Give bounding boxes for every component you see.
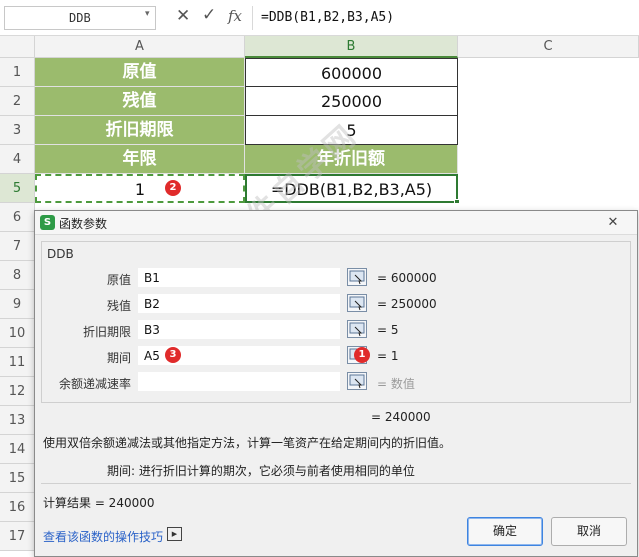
arg-label-factor: 余额递减速率: [58, 377, 131, 391]
range-picker-icon[interactable]: [347, 372, 367, 390]
row-header[interactable]: 17: [0, 522, 35, 551]
dialog-title: 函数参数: [59, 217, 108, 231]
row-header[interactable]: 8: [0, 261, 35, 290]
step-badge: 2: [165, 180, 181, 196]
range-picker-icon[interactable]: [347, 268, 367, 286]
row-header[interactable]: 7: [0, 232, 35, 261]
arg-result-factor: = 数值: [377, 377, 415, 391]
column-header-b[interactable]: B: [245, 36, 458, 58]
cancel-button[interactable]: 取消: [551, 517, 627, 546]
row-header[interactable]: 15: [0, 464, 35, 493]
fx-icon[interactable]: fx: [228, 7, 242, 25]
step-badge: 1: [354, 347, 370, 363]
ok-button[interactable]: 确定: [467, 517, 543, 546]
cell-a3[interactable]: 折旧期限: [35, 116, 245, 145]
arg-result-life: = 5: [377, 323, 399, 337]
cell-a2[interactable]: 残值: [35, 87, 245, 116]
row-header[interactable]: 6: [0, 203, 35, 232]
row-header[interactable]: 12: [0, 377, 35, 406]
row-header[interactable]: 9: [0, 290, 35, 319]
arg-result-salvage: = 250000: [377, 297, 437, 311]
arg-input-factor[interactable]: [137, 371, 341, 392]
arg-input-cost[interactable]: B1: [137, 267, 341, 288]
row-header[interactable]: 1: [0, 58, 35, 87]
video-play-icon[interactable]: ▶: [167, 527, 182, 541]
select-all-corner[interactable]: [0, 36, 35, 58]
function-arguments-dialog: S 函数参数 ✕ DDB 原值 B1 = 600000 残值 B2 = 2500…: [34, 210, 638, 557]
range-picker-icon[interactable]: [347, 294, 367, 312]
row-header[interactable]: 13: [0, 406, 35, 435]
arg-input-salvage[interactable]: B2: [137, 293, 341, 314]
calculation-result: 计算结果 = 240000: [43, 496, 155, 510]
row-header[interactable]: 3: [0, 116, 35, 145]
formula-bar: DDB ▾ ✕ ✓ fx =DDB(B1,B2,B3,A5): [0, 0, 639, 36]
row-header[interactable]: 2: [0, 87, 35, 116]
arg-label-cost: 原值: [106, 273, 131, 287]
arg-label-period: 期间: [106, 351, 131, 365]
row-header[interactable]: 14: [0, 435, 35, 464]
cell-a5[interactable]: 1: [35, 174, 245, 203]
row-header[interactable]: 11: [0, 348, 35, 377]
row-header[interactable]: 16: [0, 493, 35, 522]
row-header[interactable]: 5: [0, 174, 35, 203]
formula-input[interactable]: =DDB(B1,B2,B3,A5): [252, 6, 638, 30]
cell-b2[interactable]: 250000: [245, 87, 458, 116]
column-header-a[interactable]: A: [35, 36, 245, 58]
name-box[interactable]: DDB: [4, 6, 156, 30]
help-link[interactable]: 查看该函数的操作技巧: [43, 528, 163, 545]
arg-result-period: = 1: [377, 349, 399, 363]
arg-input-life[interactable]: B3: [137, 319, 341, 340]
divider: [41, 483, 631, 484]
step-badge: 3: [165, 347, 181, 363]
row-header[interactable]: 10: [0, 319, 35, 348]
check-icon[interactable]: ✓: [202, 5, 216, 25]
cell-a1[interactable]: 原值: [35, 58, 245, 87]
arg-label-salvage: 残值: [106, 299, 131, 313]
range-picker-icon[interactable]: [347, 320, 367, 338]
function-name: DDB: [47, 247, 74, 261]
row-header[interactable]: 4: [0, 145, 35, 174]
close-icon[interactable]: ✕: [603, 214, 623, 232]
function-result: = 240000: [371, 410, 431, 424]
cell-b1[interactable]: 600000: [245, 58, 458, 87]
wps-logo-icon: S: [40, 215, 55, 230]
cell-a5-value: 1: [134, 180, 146, 199]
cell-a4[interactable]: 年限: [35, 145, 245, 174]
parameter-description: 期间: 进行折旧计算的期次，它必须与前者使用相同的单位: [107, 464, 415, 478]
dialog-title-bar[interactable]: S 函数参数 ✕: [35, 211, 637, 235]
cancel-icon[interactable]: ✕: [176, 6, 190, 26]
arg-result-cost: = 600000: [377, 271, 437, 285]
arg-label-life: 折旧期限: [82, 325, 131, 339]
column-header-c[interactable]: C: [458, 36, 639, 58]
chevron-down-icon[interactable]: ▾: [145, 9, 150, 19]
function-description: 使用双倍余额递减法或其他指定方法，计算一笔资产在给定期间内的折旧值。: [43, 436, 452, 450]
